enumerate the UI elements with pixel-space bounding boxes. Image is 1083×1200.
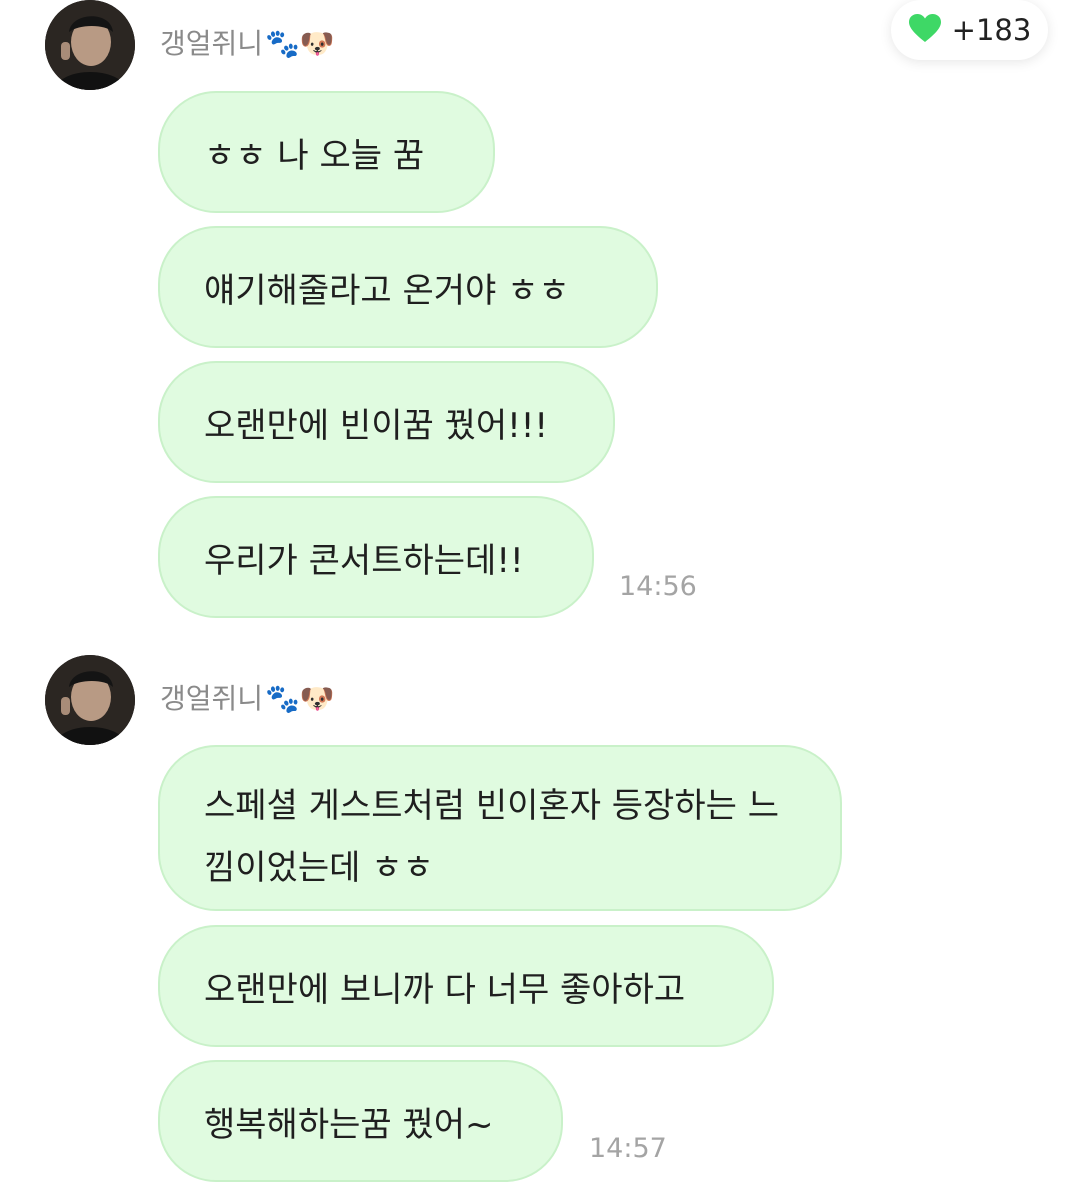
like-badge[interactable]: +183 [891,0,1048,60]
message-bubble[interactable]: 스페셜 게스트처럼 빈이혼자 등장하는 느낌이었는데 ㅎㅎ [158,745,842,911]
message-bubble[interactable]: 오랜만에 보니까 다 너무 좋아하고 [158,925,774,1047]
paw-dog-emoji: 🐾🐶 [265,27,335,60]
message-bubble[interactable]: 행복해하는꿈 꿨어~ [158,1060,563,1182]
message-timestamp: 14:57 [589,1133,667,1164]
message-text: 오랜만에 빈이꿈 꿨어!!! [204,405,549,446]
sender-name: 갱얼쥐니🐾🐶 [160,685,335,713]
message-text: 우리가 콘서트하는데!! [204,540,524,581]
message-text: 오랜만에 보니까 다 너무 좋아하고 [204,969,686,1010]
heart-icon [908,13,942,47]
message-timestamp: 14:56 [619,571,697,602]
avatar[interactable] [45,655,135,745]
sender-name-text: 갱얼쥐니 [160,682,264,715]
like-count: +183 [951,13,1032,47]
message-text: 행복해하는꿈 꿨어~ [204,1104,494,1145]
sender-name: 갱얼쥐니🐾🐶 [160,30,335,58]
message-text: 스페셜 게스트처럼 빈이혼자 등장하는 느낌이었는데 ㅎㅎ [204,786,779,888]
avatar[interactable] [45,0,135,90]
sender-name-text: 갱얼쥐니 [160,27,264,60]
message-bubble[interactable]: 얘기해줄라고 온거야 ㅎㅎ [158,226,658,348]
message-bubble[interactable]: ㅎㅎ 나 오늘 꿈 [158,91,495,213]
paw-dog-emoji: 🐾🐶 [265,682,335,715]
message-bubble[interactable]: 오랜만에 빈이꿈 꿨어!!! [158,361,615,483]
message-bubble[interactable]: 우리가 콘서트하는데!! [158,496,594,618]
message-text: ㅎㅎ 나 오늘 꿈 [204,135,425,176]
message-text: 얘기해줄라고 온거야 ㅎㅎ [204,270,570,311]
